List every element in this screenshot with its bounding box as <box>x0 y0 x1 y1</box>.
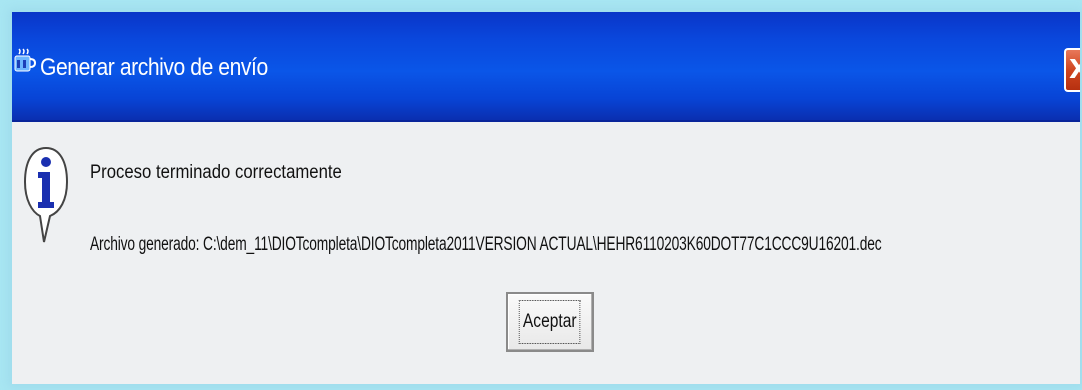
message-file-path: Archivo generado: C:\dem_11\DIOTcompleta… <box>90 234 882 255</box>
accept-button[interactable]: Aceptar <box>506 292 594 352</box>
window-title: Generar archivo de envío <box>40 54 268 81</box>
java-cup-icon <box>14 48 37 74</box>
title-bar[interactable]: Generar archivo de envío X <box>12 12 1080 122</box>
info-icon <box>22 142 70 246</box>
message-status: Proceso terminado correctamente <box>90 162 342 183</box>
message-dialog: Generar archivo de envío X Proceso termi… <box>12 12 1080 384</box>
accept-button-label: Aceptar <box>519 300 581 344</box>
close-button[interactable]: X <box>1064 48 1080 92</box>
